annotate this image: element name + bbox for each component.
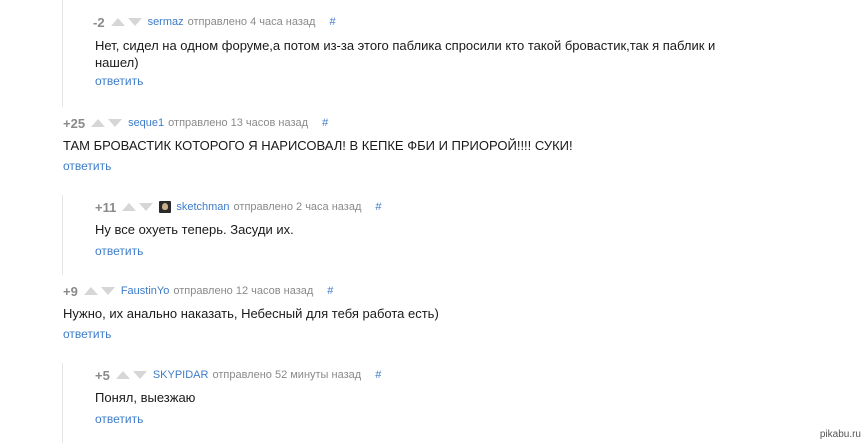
vote-down-icon[interactable]: [139, 203, 154, 211]
rating: +9: [63, 283, 78, 299]
reply-link[interactable]: ответить: [63, 159, 111, 173]
vote-down-icon[interactable]: [127, 18, 142, 26]
reply-link[interactable]: ответить: [95, 74, 143, 88]
author-link[interactable]: SKYPIDAR: [153, 369, 209, 381]
posted-time: отправлено 52 минуты назад: [212, 369, 362, 381]
permalink[interactable]: #: [375, 201, 381, 213]
comment-text: Нужно, их анально наказать, Небесный для…: [63, 306, 439, 321]
vote-up-icon[interactable]: [115, 371, 130, 379]
permalink[interactable]: #: [327, 285, 333, 297]
comment-meta: +11 sketchman отправлено 2 часа назад #: [95, 199, 382, 215]
rating: -2: [93, 14, 105, 30]
vote-up-icon[interactable]: [83, 287, 98, 295]
vote-down-icon[interactable]: [108, 119, 123, 127]
thread-line: [62, 195, 63, 275]
watermark: pikabu.ru: [819, 429, 861, 440]
comment-meta: -2 sermaz отправлено 4 часа назад #: [93, 14, 336, 30]
reply-link[interactable]: ответить: [63, 327, 111, 341]
permalink[interactable]: #: [375, 369, 381, 381]
comment-meta: +5 SKYPIDAR отправлено 52 минуты назад #: [95, 367, 381, 383]
vote-up-icon[interactable]: [122, 203, 137, 211]
comment-text: Ну все охуеть теперь. Засуди их.: [95, 222, 294, 237]
comment-text: ТАМ БРОВАСТИК КОТОРОГО Я НАРИСОВАЛ! В КЕ…: [63, 138, 573, 153]
vote-down-icon[interactable]: [132, 371, 147, 379]
vote-down-icon[interactable]: [100, 287, 115, 295]
posted-time: отправлено 4 часа назад: [187, 16, 316, 28]
author-link[interactable]: sketchman: [176, 201, 229, 213]
posted-time: отправлено 12 часов назад: [173, 285, 314, 297]
reply-link[interactable]: ответить: [95, 412, 143, 426]
posted-time: отправлено 2 часа назад: [233, 201, 362, 213]
author-link[interactable]: FaustinYo: [121, 285, 170, 297]
avatar[interactable]: [159, 201, 172, 213]
comment-text: Понял, выезжаю: [95, 390, 196, 405]
author-link[interactable]: sermaz: [148, 16, 184, 28]
vote-up-icon[interactable]: [91, 119, 106, 127]
comment-meta: +9 FaustinYo отправлено 12 часов назад #: [63, 283, 333, 299]
vote-up-icon[interactable]: [110, 18, 125, 26]
author-link[interactable]: seque1: [128, 117, 164, 129]
rating: +11: [95, 199, 117, 215]
posted-time: отправлено 13 часов назад: [168, 117, 309, 129]
rating: +25: [63, 115, 86, 131]
comment-text: Нет, сидел на одном форуме,а потом из-за…: [95, 38, 716, 70]
comment-meta: +25 seque1 отправлено 13 часов назад #: [63, 115, 328, 131]
permalink[interactable]: #: [329, 16, 335, 28]
thread-line: [62, 363, 63, 443]
permalink[interactable]: #: [322, 117, 328, 129]
reply-link[interactable]: ответить: [95, 244, 143, 258]
thread-line: [62, 0, 63, 107]
rating: +5: [95, 367, 110, 383]
